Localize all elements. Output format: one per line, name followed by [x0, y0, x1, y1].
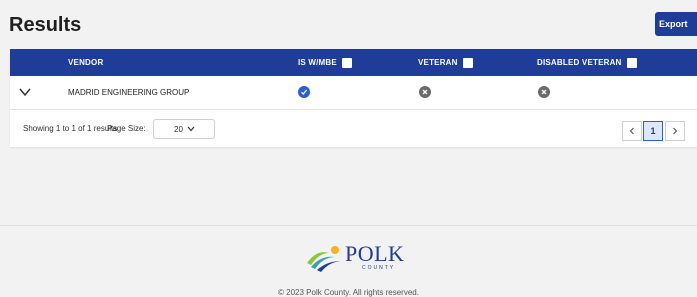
page-size-select[interactable]: 20 [153, 119, 215, 139]
page-title: Results [9, 14, 82, 36]
polk-logo-mark-icon [307, 246, 341, 272]
page-button-1[interactable]: 1 [643, 121, 663, 141]
is-wmbe-filter-checkbox[interactable] [341, 57, 352, 68]
pagination-bar: Showing 1 to 1 of 1 results Page Size: 2… [10, 110, 697, 147]
page-footer: POLK COUNTY © 2023 Polk County. All righ… [0, 225, 697, 297]
logo-subtext: COUNTY [362, 265, 396, 271]
x-circle-icon [419, 86, 431, 98]
chevron-down-icon[interactable] [18, 85, 32, 99]
export-button[interactable]: Export [655, 12, 697, 36]
column-header-is-wmbe-label: IS W/MBE [298, 58, 337, 67]
polk-county-logo[interactable]: POLK COUNTY [305, 241, 405, 273]
next-page-button[interactable] [665, 121, 685, 141]
check-circle-icon [298, 86, 310, 98]
results-table: VENDOR IS W/MBE VETERAN DISABLED VETERAN… [10, 49, 697, 147]
column-header-is-wmbe[interactable]: IS W/MBE [298, 49, 352, 76]
column-header-veteran-label: VETERAN [418, 58, 458, 67]
column-header-disabled-veteran-label: DISABLED VETERAN [537, 58, 622, 67]
logo-text: POLK [345, 241, 405, 266]
chevron-down-icon [187, 125, 195, 134]
x-circle-icon [538, 86, 550, 98]
column-header-vendor[interactable]: VENDOR [68, 49, 103, 76]
copyright-text: © 2023 Polk County. All rights reserved. [278, 288, 419, 297]
chevron-right-icon [673, 127, 678, 135]
column-header-vendor-label: VENDOR [68, 58, 104, 67]
table-header: VENDOR IS W/MBE VETERAN DISABLED VETERAN [10, 49, 697, 76]
veteran-filter-checkbox[interactable] [462, 57, 473, 68]
column-header-disabled-veteran[interactable]: DISABLED VETERAN [537, 49, 637, 76]
results-count: Showing 1 to 1 of 1 results [23, 124, 118, 133]
page-size-value: 20 [174, 124, 183, 134]
page-size-label: Page Size: [107, 124, 146, 133]
prev-page-button[interactable] [622, 121, 642, 141]
table-row[interactable]: MADRID ENGINEERING GROUP [10, 76, 697, 110]
chevron-left-icon [629, 127, 634, 135]
column-header-veteran[interactable]: VETERAN [418, 49, 473, 76]
vendor-name: MADRID ENGINEERING GROUP [68, 88, 190, 97]
disabled-veteran-filter-checkbox[interactable] [626, 57, 637, 68]
